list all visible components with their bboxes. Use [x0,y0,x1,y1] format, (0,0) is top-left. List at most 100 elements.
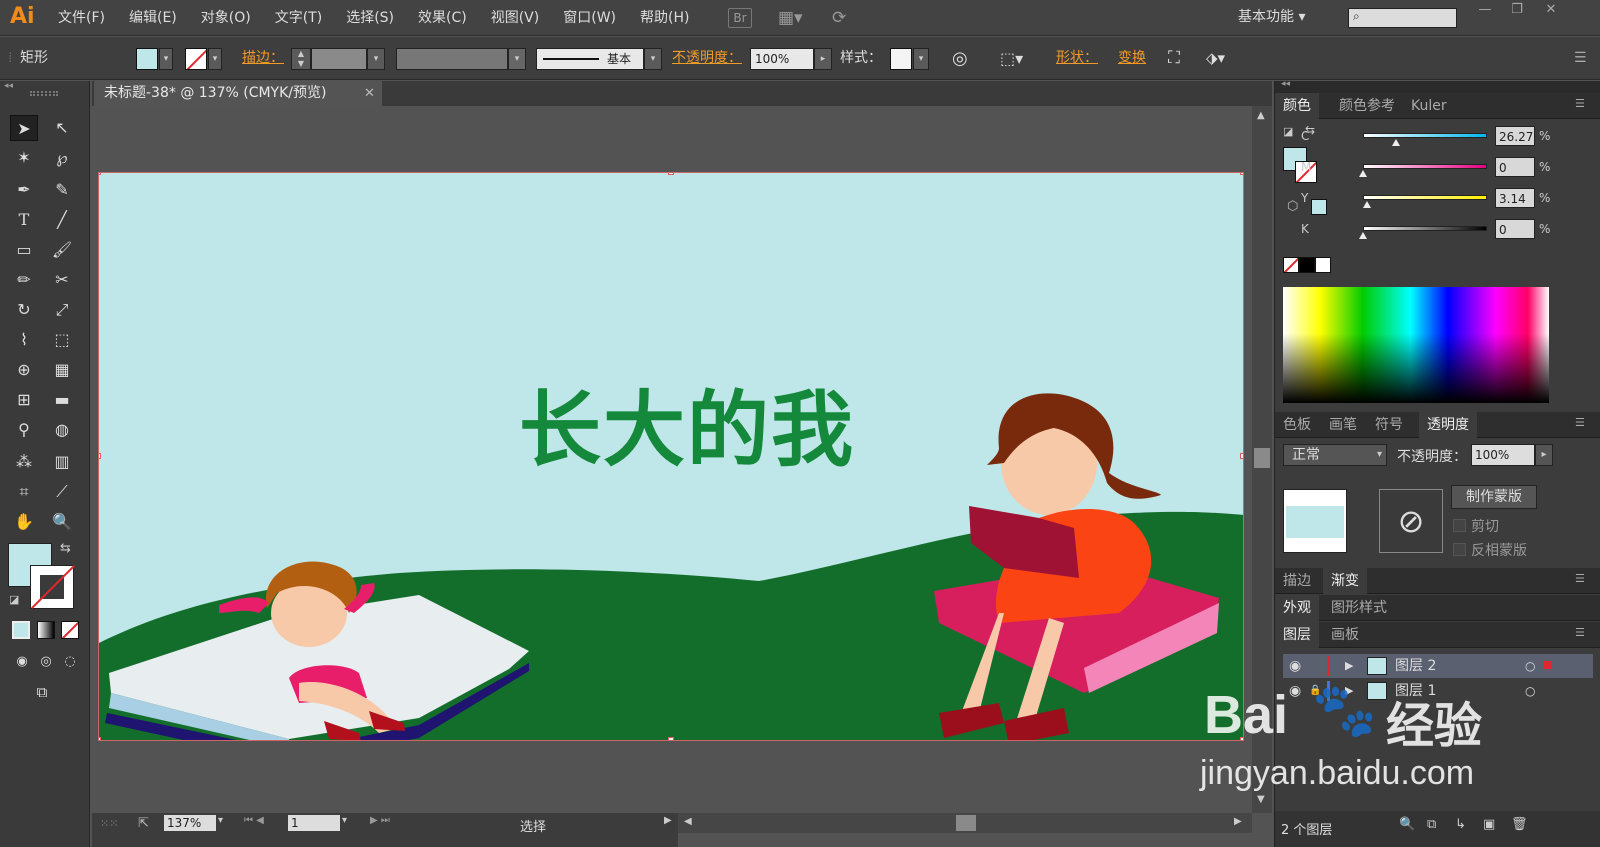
object-thumbnail[interactable] [1283,489,1347,553]
horizontal-scrollbar[interactable]: ◀ ▶ [678,813,1252,833]
draw-inside-icon[interactable]: ◌ [56,649,84,675]
lasso-tool-icon[interactable]: ℘ [48,145,76,171]
type-tool-icon[interactable]: T [10,207,38,233]
opacity-arrow[interactable]: ▸ [1535,444,1553,466]
scroll-up-icon[interactable]: ▲ [1257,110,1265,121]
help-search-input[interactable]: ⌕ [1348,8,1457,28]
collapse-icon[interactable]: ◂◂ [4,81,13,91]
color-mode-icon[interactable] [12,621,30,639]
graphic-style-dropdown[interactable]: ▾ [913,48,929,70]
fill-dropdown[interactable]: ▾ [159,48,173,70]
tab-kuler[interactable]: Kuler [1403,93,1455,119]
selection-handle[interactable] [1240,453,1243,459]
gradient-tool-icon[interactable]: ▬ [48,387,76,413]
hand-tool-icon[interactable]: ✋ [10,509,38,535]
paintbrush-tool-icon[interactable]: 🖌 [48,237,76,263]
status-menu-icon[interactable]: ▶ [664,815,672,826]
curvature-tool-icon[interactable]: ✎ [48,177,76,203]
channel-slider-k[interactable] [1363,226,1487,231]
scissors-tool-icon[interactable]: ✂ [48,267,76,293]
brush-style-dropdown[interactable]: ▾ [644,48,662,70]
panel-menu-icon[interactable]: ☰ [1575,416,1585,429]
stroke-weight-dropdown[interactable]: ▾ [367,48,385,70]
menu-view[interactable]: 视图(V) [479,0,552,36]
slider-knob[interactable] [1392,139,1400,146]
channel-slider-m[interactable] [1363,164,1487,169]
restore-icon[interactable]: ❐ [1504,2,1530,22]
visibility-eye-icon[interactable]: ◉ [1289,654,1301,678]
align-icon[interactable]: ⬚▾ [1000,37,1023,80]
menu-effect[interactable]: 效果(C) [406,0,479,36]
black-swatch[interactable] [1299,257,1315,273]
control-menu-icon[interactable]: ☰ [1574,37,1587,80]
column-graph-tool-icon[interactable]: ▥ [48,449,76,475]
zoom-field[interactable]: 137% [164,815,216,831]
menu-edit[interactable]: 编辑(E) [117,0,189,36]
document-tab[interactable]: 未标题-38* @ 137% (CMYK/预览) ✕ [94,81,382,106]
artwork-title[interactable]: 长大的我 [519,363,855,482]
perspective-grid-tool-icon[interactable]: ▦ [48,357,76,383]
magic-wand-tool-icon[interactable]: ✶ [10,145,38,171]
channel-value-c[interactable]: 26.27 [1495,126,1535,146]
panel-menu-icon[interactable]: ☰ [1575,97,1585,110]
selection-handle[interactable] [99,453,101,459]
target-circle-icon[interactable]: ○ [1525,654,1535,678]
selection-handle[interactable] [668,173,674,175]
stroke-color-swatch[interactable] [185,48,207,70]
artboard-number-field[interactable]: 1 [288,815,340,831]
scroll-left-icon[interactable]: ◀ [684,816,692,827]
minimize-icon[interactable]: — [1472,2,1498,22]
close-icon[interactable]: ✕ [1538,2,1564,22]
menu-help[interactable]: 帮助(H) [628,0,701,36]
arrange-documents-icon[interactable]: ▦▾ [778,8,812,28]
color-spectrum[interactable] [1283,287,1549,403]
transform-label[interactable]: 变换 [1118,37,1146,80]
brush-style-field[interactable]: 基本 [536,48,644,70]
slider-knob[interactable] [1363,201,1371,208]
free-transform-tool-icon[interactable]: ⬚ [48,327,76,353]
zoom-tool-icon[interactable]: 🔍 [48,509,76,535]
rectangle-tool-icon[interactable]: ▭ [10,237,38,263]
pen-tool-icon[interactable]: ✒ [10,177,38,203]
shape-label[interactable]: 形状： [1056,37,1098,80]
gradient-mode-icon[interactable] [37,621,55,639]
tab-color-guide[interactable]: 颜色参考 [1331,93,1403,119]
slice-tool-icon[interactable]: ⟋ [48,479,76,505]
artboard-tool-icon[interactable]: ⌗ [10,479,38,505]
stroke-dropdown[interactable]: ▾ [208,48,222,70]
none-mode-icon[interactable] [61,621,79,639]
selection-indicator[interactable] [1543,661,1551,669]
swap-colors-icon[interactable]: ⇆ [60,541,71,556]
tab-appearance[interactable]: 外观 [1275,595,1319,621]
panel-menu-icon[interactable]: ☰ [1575,572,1585,585]
close-icon[interactable]: ✕ [364,81,382,106]
first-artboard-icon[interactable]: ⏮ ◀ [244,815,264,826]
blend-mode-select[interactable]: 正常 ▾ [1283,444,1387,466]
mesh-tool-icon[interactable]: ⊞ [10,387,38,413]
width-tool-icon[interactable]: ⌇ [10,327,38,353]
slider-knob[interactable] [1359,232,1367,239]
isolate-icon[interactable]: ⛶ [1168,37,1180,80]
stroke-weight-stepper[interactable]: ▲ ▼ [291,48,311,70]
blend-tool-icon[interactable]: ◍ [48,417,76,443]
tab-transparency[interactable]: 透明度 [1419,412,1477,438]
stroke-weight-field[interactable] [311,48,367,70]
variable-width-dropdown[interactable]: ▾ [508,48,526,70]
direct-selection-tool-icon[interactable]: ↖ [48,115,76,141]
selection-handle[interactable] [99,737,101,740]
none-swatch[interactable] [1283,257,1299,273]
tab-gradient[interactable]: 渐变 [1323,568,1367,594]
sync-settings-icon[interactable]: ⟳ [832,8,858,28]
stroke-label[interactable]: 描边： [242,37,284,80]
default-colors-icon[interactable]: ◪ [9,593,19,606]
channel-value-k[interactable]: 0 [1495,219,1535,239]
zoom-dropdown-icon[interactable]: ▾ [218,815,223,826]
selection-handle[interactable] [1240,173,1243,175]
variable-width-field[interactable] [396,48,508,70]
opacity-arrow[interactable]: ▸ [814,48,832,70]
share-icon[interactable]: ⇱ [138,816,149,831]
artboard[interactable]: 长大的我 [98,172,1244,741]
opacity-label[interactable]: 不透明度： [672,37,742,80]
artboard-dropdown-icon[interactable]: ▾ [342,815,347,826]
layer-name-2[interactable]: 图层 2 [1395,654,1436,678]
